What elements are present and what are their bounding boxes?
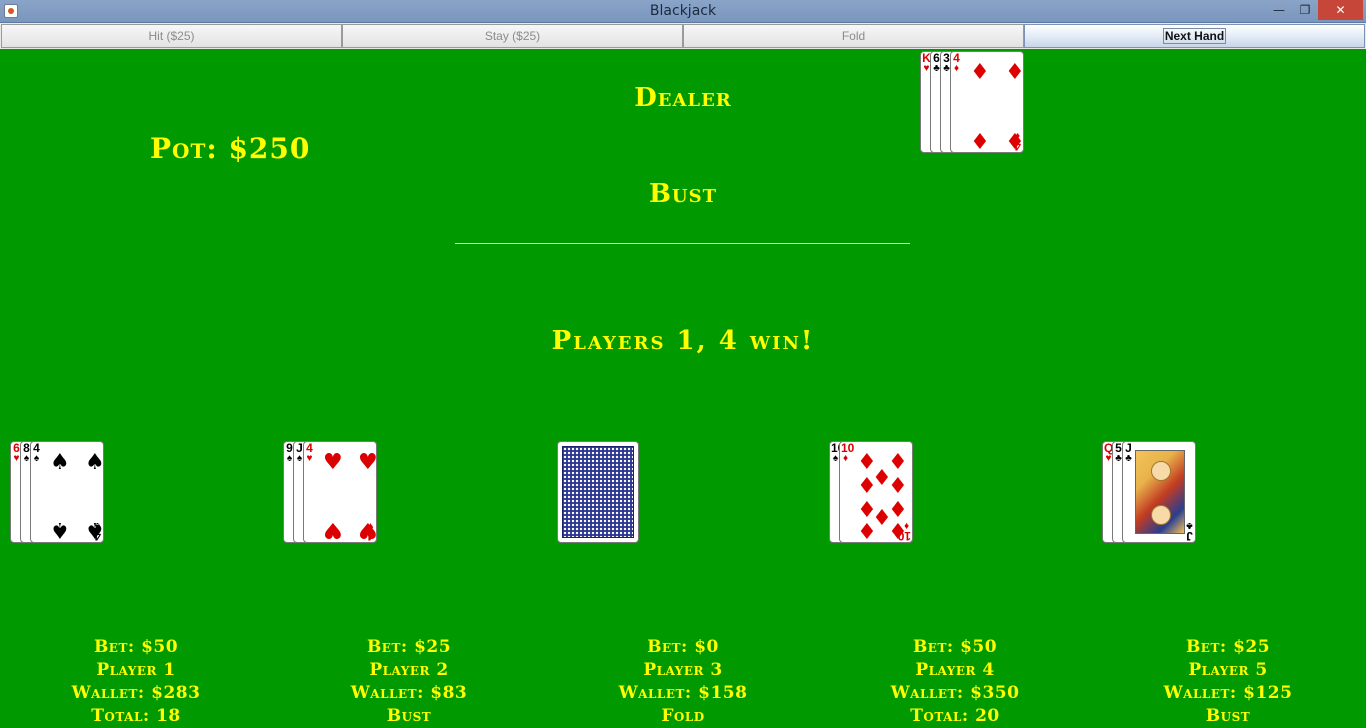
player-wallet: Wallet: $350	[890, 683, 1020, 703]
card-back	[557, 441, 639, 543]
minimize-icon[interactable]: —	[1266, 0, 1292, 20]
pot-amount: Pot: $250	[150, 132, 311, 165]
player-name: Player 2	[369, 660, 449, 680]
window-title: Blackjack	[649, 3, 717, 19]
court-card-illustration	[1135, 450, 1185, 534]
card-pip-icon: ♥	[358, 450, 377, 475]
playing-card: 10 ♦ 10 ♦ ♦ ♦ ♦ ♦ ♦ ♦ ♦ ♦ ♦ ♦	[839, 441, 913, 543]
card-suit-icon: ♣	[1125, 453, 1132, 464]
playing-card: 4 ♦ 4 ♦ ♦ ♦ ♦ ♦	[950, 51, 1024, 153]
player-bet: Bet: $0	[647, 637, 719, 657]
title-bar: Blackjack — ❐ ✕	[0, 0, 1366, 23]
card-pip-icon: ♥	[323, 450, 343, 475]
card-rank: J	[1186, 529, 1193, 543]
player-3-info: Bet: $0 Player 3 Wallet: $158 Fold	[573, 636, 793, 728]
player-wallet: Wallet: $83	[350, 683, 468, 703]
card-pip-icon: ♠	[50, 517, 70, 542]
dealer-status: Bust	[648, 179, 718, 209]
player-status: Bust	[386, 706, 432, 726]
close-icon[interactable]: ✕	[1318, 0, 1363, 20]
player-status: Fold	[661, 706, 705, 726]
player-2-info: Bet: $25 Player 2 Wallet: $83 Bust	[299, 636, 519, 728]
stay-button[interactable]: Stay ($25)	[342, 24, 683, 48]
action-toolbar: Hit ($25) Stay ($25) Fold Next Hand	[0, 23, 1366, 49]
player-status: Total: 18	[91, 706, 181, 726]
next-hand-label: Next Hand	[1162, 28, 1227, 44]
card-pip-icon: ♦	[970, 60, 990, 85]
card-pip-icon: ♦	[857, 517, 877, 542]
fold-button[interactable]: Fold	[683, 24, 1024, 48]
card-suit-icon: ♥	[306, 453, 313, 464]
card-pip-icon: ♦	[1005, 60, 1024, 85]
court-face-bottom	[1151, 505, 1171, 525]
card-pip-icon: ♦	[970, 127, 990, 152]
player-bet: Bet: $50	[93, 637, 179, 657]
court-face-top	[1151, 461, 1171, 481]
card-suit-icon: ♣	[1186, 520, 1193, 531]
card-back-pattern	[562, 446, 634, 538]
player-wallet: Wallet: $158	[618, 683, 748, 703]
dealer-label: Dealer	[634, 83, 732, 113]
card-corner-index: 4 ♦	[952, 52, 961, 74]
player-5-info: Bet: $25 Player 5 Wallet: $125 Bust	[1118, 636, 1338, 728]
next-hand-button[interactable]: Next Hand	[1024, 24, 1365, 48]
player-name: Player 4	[915, 660, 995, 680]
playing-card: 4 ♥ 4 ♥ ♥ ♥ ♥ ♥	[303, 441, 377, 543]
card-suit-icon: ♦	[842, 453, 849, 464]
card-suit-icon: ♠	[33, 453, 40, 464]
table-divider	[455, 243, 910, 244]
player-bet: Bet: $50	[912, 637, 998, 657]
player-status: Total: 20	[910, 706, 1000, 726]
card-pip-icon: ♠	[85, 450, 104, 475]
card-pip-icon: ♦	[888, 517, 908, 542]
card-corner-index: 4 ♠	[32, 442, 41, 464]
card-pip-icon: ♠	[50, 450, 70, 475]
player-name: Player 5	[1188, 660, 1268, 680]
card-pip-icon: ♥	[358, 517, 377, 542]
card-corner-index: J ♣	[1185, 520, 1194, 542]
card-pip-icon: ♦	[1005, 127, 1024, 152]
player-wallet: Wallet: $125	[1163, 683, 1293, 703]
restore-icon[interactable]: ❐	[1292, 0, 1318, 20]
card-corner-index: 10 ♦	[841, 442, 854, 464]
playing-card: 4 ♠ 4 ♠ ♠ ♠ ♠ ♠	[30, 441, 104, 543]
hit-button[interactable]: Hit ($25)	[1, 24, 342, 48]
card-pip-icon: ♥	[323, 517, 343, 542]
player-1-info: Bet: $50 Player 1 Wallet: $283 Total: 18	[26, 636, 246, 728]
card-corner-index: 4 ♥	[305, 442, 314, 464]
player-status: Bust	[1205, 706, 1251, 726]
playing-card: J ♣ J ♣	[1122, 441, 1196, 543]
player-name: Player 3	[643, 660, 723, 680]
card-suit-icon: ♦	[953, 63, 960, 74]
card-corner-index: J ♣	[1124, 442, 1133, 464]
player-bet: Bet: $25	[366, 637, 452, 657]
player-name: Player 1	[96, 660, 176, 680]
player-4-info: Bet: $50 Player 4 Wallet: $350 Total: 20	[845, 636, 1065, 728]
card-pip-icon: ♠	[85, 517, 104, 542]
round-result: Players 1, 4 win!	[551, 326, 815, 356]
player-wallet: Wallet: $283	[71, 683, 201, 703]
player-bet: Bet: $25	[1185, 637, 1271, 657]
